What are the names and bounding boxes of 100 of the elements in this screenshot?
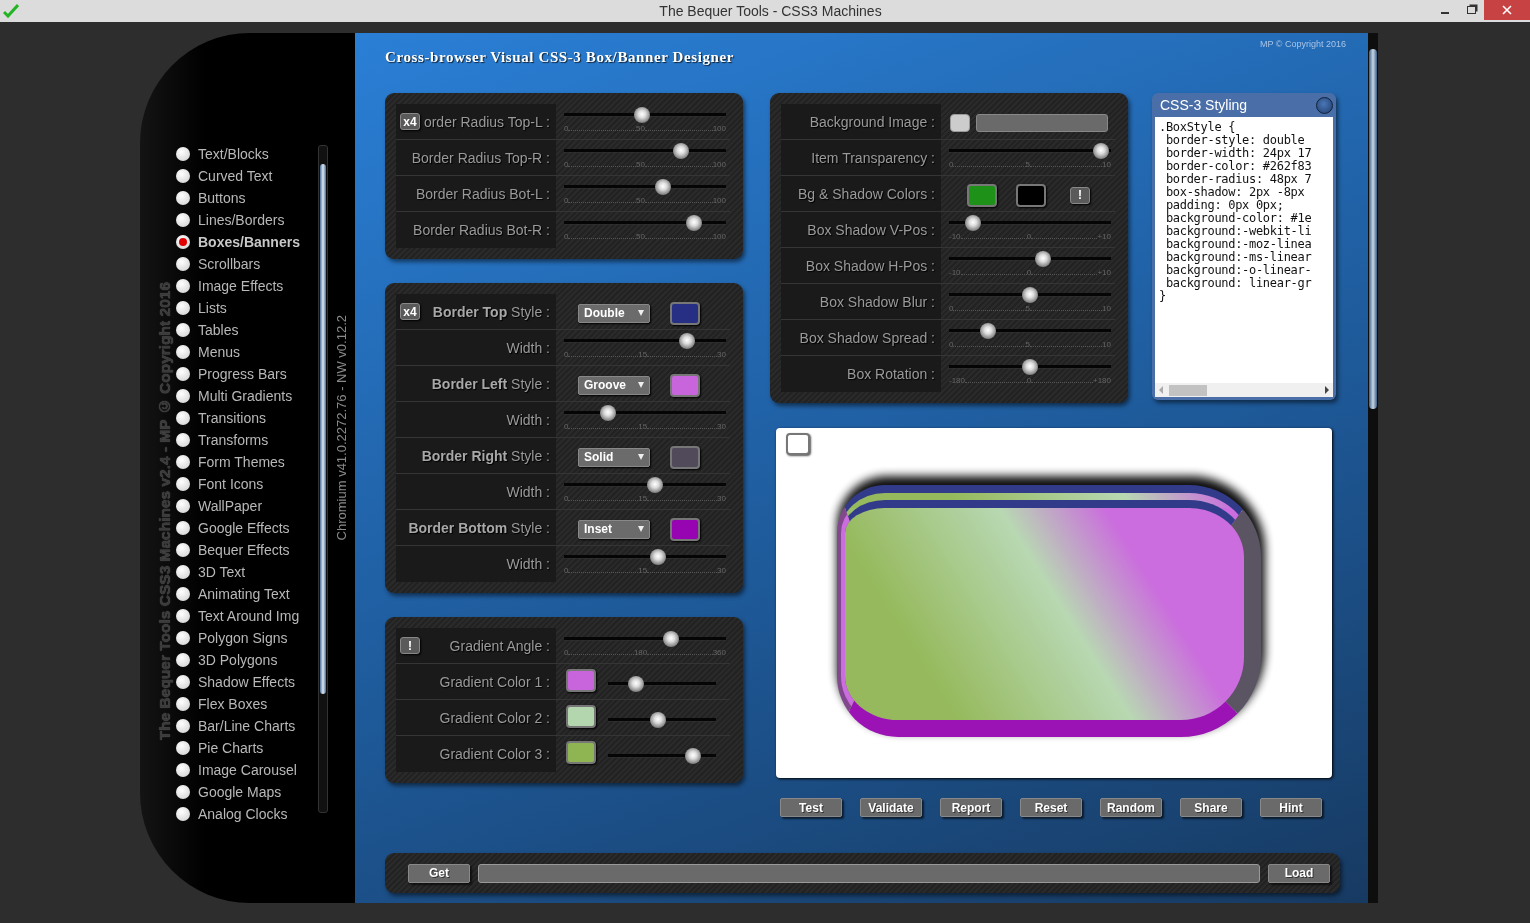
- input-field[interactable]: [976, 114, 1108, 132]
- badge-button[interactable]: x4: [400, 303, 420, 320]
- slider-thumb[interactable]: [672, 143, 689, 159]
- checkbox[interactable]: [786, 433, 810, 455]
- menu-item[interactable]: Bar/Line Charts: [176, 715, 318, 737]
- menu-item[interactable]: Flex Boxes: [176, 693, 318, 715]
- slider-thumb[interactable]: [633, 107, 650, 123]
- slider[interactable]: [564, 405, 726, 421]
- style-dropdown[interactable]: Groove: [578, 375, 650, 395]
- menu-item[interactable]: Form Themes: [176, 451, 318, 473]
- badge-button[interactable]: x4: [400, 113, 420, 130]
- slider[interactable]: [608, 748, 716, 764]
- slider-thumb[interactable]: [599, 405, 616, 421]
- color-swatch[interactable]: [566, 705, 596, 728]
- toggle-button[interactable]: [1316, 96, 1333, 114]
- slider[interactable]: [564, 333, 726, 349]
- menu-item[interactable]: Image Effects: [176, 275, 318, 297]
- slider[interactable]: [949, 251, 1111, 267]
- action-button[interactable]: Reset: [1020, 798, 1082, 817]
- slider[interactable]: [949, 215, 1111, 231]
- menu-item[interactable]: Scrollbars: [176, 253, 318, 275]
- slider-thumb[interactable]: [649, 712, 666, 728]
- load-button[interactable]: Load: [1268, 863, 1330, 883]
- menu-item[interactable]: Shadow Effects: [176, 671, 318, 693]
- slider-thumb[interactable]: [662, 631, 679, 647]
- menu-item[interactable]: Transitions: [176, 407, 318, 429]
- color-swatch[interactable]: [566, 669, 596, 692]
- menu-item[interactable]: Polygon Signs: [176, 627, 318, 649]
- info-button[interactable]: !: [1070, 186, 1090, 204]
- image-toggle[interactable]: [950, 114, 970, 132]
- slider[interactable]: [564, 631, 726, 647]
- slider-thumb[interactable]: [1034, 251, 1051, 267]
- color-swatch[interactable]: [670, 373, 700, 397]
- slider-thumb[interactable]: [1022, 287, 1038, 303]
- slider[interactable]: [564, 107, 726, 123]
- slider-thumb[interactable]: [1022, 359, 1038, 375]
- slider-thumb[interactable]: [685, 215, 702, 231]
- menu-item[interactable]: Curved Text: [176, 165, 318, 187]
- scrollbar[interactable]: [318, 145, 328, 813]
- color-swatch[interactable]: [670, 445, 700, 469]
- menu-item[interactable]: Analog Clocks: [176, 803, 318, 825]
- menu-item[interactable]: WallPaper: [176, 495, 318, 517]
- input-field[interactable]: [478, 863, 1260, 883]
- menu-item[interactable]: Lines/Borders: [176, 209, 318, 231]
- slider-thumb[interactable]: [654, 179, 671, 195]
- slider-thumb[interactable]: [649, 549, 666, 565]
- action-button[interactable]: Share: [1180, 798, 1242, 817]
- menu-item[interactable]: Progress Bars: [176, 363, 318, 385]
- menu-item[interactable]: Animating Text: [176, 583, 318, 605]
- menu-item[interactable]: Tables: [176, 319, 318, 341]
- menu-item[interactable]: Buttons: [176, 187, 318, 209]
- menu-item[interactable]: 3D Polygons: [176, 649, 318, 671]
- menu-item[interactable]: Boxes/Banners: [176, 231, 318, 253]
- color-swatch[interactable]: [670, 517, 700, 541]
- menu-item[interactable]: Google Maps: [176, 781, 318, 803]
- slider[interactable]: [949, 143, 1111, 159]
- slider-thumb[interactable]: [979, 323, 996, 339]
- slider[interactable]: [608, 676, 716, 692]
- color-swatch[interactable]: [566, 741, 596, 764]
- scrollbar[interactable]: [1155, 383, 1333, 397]
- slider-thumb[interactable]: [685, 748, 702, 764]
- slider-thumb[interactable]: [646, 477, 663, 493]
- style-dropdown[interactable]: Inset: [578, 519, 650, 539]
- badge-button[interactable]: !: [400, 637, 420, 654]
- action-button[interactable]: Report: [940, 798, 1002, 817]
- scrollbar-thumb[interactable]: [320, 164, 326, 694]
- menu-item[interactable]: Transforms: [176, 429, 318, 451]
- slider[interactable]: [949, 323, 1111, 339]
- get-button[interactable]: Get: [408, 863, 470, 883]
- slider-thumb[interactable]: [965, 215, 982, 231]
- slider[interactable]: [608, 712, 716, 728]
- action-button[interactable]: Hint: [1260, 798, 1322, 817]
- menu-item[interactable]: Text/Blocks: [176, 143, 318, 165]
- menu-item[interactable]: Image Carousel: [176, 759, 318, 781]
- color-swatch[interactable]: [1016, 183, 1046, 207]
- slider-thumb[interactable]: [1093, 143, 1110, 159]
- menu-item[interactable]: Menus: [176, 341, 318, 363]
- menu-item[interactable]: Font Icons: [176, 473, 318, 495]
- action-button[interactable]: Random: [1100, 798, 1162, 817]
- slider[interactable]: [564, 549, 726, 565]
- menu-item[interactable]: Multi Gradients: [176, 385, 318, 407]
- color-swatch[interactable]: [967, 183, 997, 207]
- menu-item[interactable]: 3D Text: [176, 561, 318, 583]
- menu-item[interactable]: Lists: [176, 297, 318, 319]
- action-button[interactable]: Validate: [860, 798, 922, 817]
- menu-item[interactable]: Text Around Img: [176, 605, 318, 627]
- style-dropdown[interactable]: Solid: [578, 447, 650, 467]
- slider[interactable]: [564, 477, 726, 493]
- scrollbar-thumb[interactable]: [1369, 49, 1377, 409]
- slider[interactable]: [564, 215, 726, 231]
- slider-thumb[interactable]: [679, 333, 696, 349]
- menu-item[interactable]: Bequer Effects: [176, 539, 318, 561]
- slider[interactable]: [564, 179, 726, 195]
- slider-thumb[interactable]: [628, 676, 645, 692]
- menu-item[interactable]: Google Effects: [176, 517, 318, 539]
- scrollbar[interactable]: [1368, 33, 1378, 903]
- menu-item[interactable]: Pie Charts: [176, 737, 318, 759]
- slider[interactable]: [564, 143, 726, 159]
- slider[interactable]: [949, 287, 1111, 303]
- color-swatch[interactable]: [670, 301, 700, 325]
